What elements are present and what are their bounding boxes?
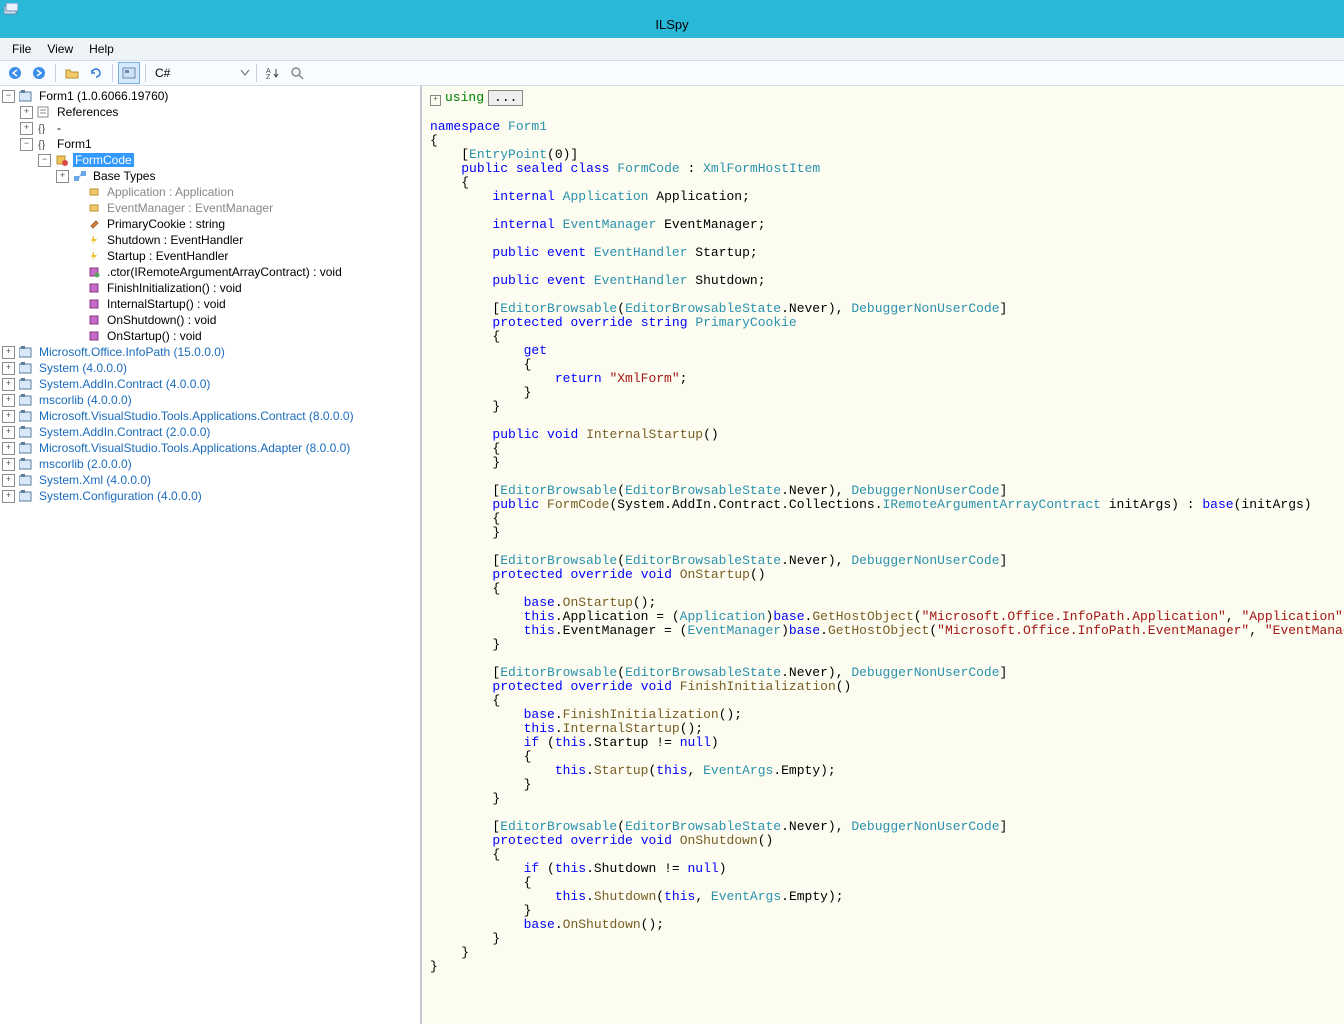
menubar: File View Help [0,38,1344,61]
assembly-icon [18,457,34,471]
namespace-icon: {} [36,137,52,151]
class-icon [54,153,70,167]
assembly-icon [18,473,34,487]
code-pane[interactable]: +using... namespace Form1 { [EntryPoint(… [422,86,1344,1024]
window-title: ILSpy [0,18,1344,38]
chevron-down-icon[interactable] [239,67,251,79]
expand-icon[interactable]: + [2,346,15,359]
expand-icon[interactable]: + [2,394,15,407]
tree-ctor[interactable]: .ctor(IRemoteArgumentArrayContract) : vo… [105,265,344,279]
tree-asm[interactable]: Microsoft.Office.InfoPath (15.0.0.0) [37,345,227,359]
tree-asm[interactable]: mscorlib (2.0.0.0) [37,457,134,471]
svg-text:{}: {} [38,123,46,134]
sep [256,64,257,82]
app-icon [4,3,18,15]
menu-file[interactable]: File [4,40,39,58]
assemblies-button[interactable] [118,62,140,84]
titlebar-icon-row [0,0,1344,18]
assembly-icon [18,489,34,503]
tree-evmgr[interactable]: EventManager : EventManager [105,201,275,215]
menu-help[interactable]: Help [81,40,122,58]
tree-finit[interactable]: FinishInitialization() : void [105,281,244,295]
expand-icon[interactable]: + [20,122,33,135]
tree-basetypes[interactable]: Base Types [91,169,157,183]
svg-text:Z: Z [266,74,271,80]
expand-icon[interactable]: + [20,106,33,119]
property-icon [86,217,102,231]
tree-asm[interactable]: Microsoft.VisualStudio.Tools.Application… [37,409,356,423]
expand-icon[interactable]: + [2,426,15,439]
tree-app[interactable]: Application : Application [105,185,236,199]
namespace-icon: {} [36,121,52,135]
expand-icon[interactable]: + [2,410,15,423]
tree-asm[interactable]: System.Xml (4.0.0.0) [37,473,153,487]
tree-asm[interactable]: System.AddIn.Contract (4.0.0.0) [37,377,212,391]
tree-formcode[interactable]: FormCode [73,153,134,167]
collapse-icon[interactable]: − [20,138,33,151]
tree-startup[interactable]: Startup : EventHandler [105,249,230,263]
assembly-icon [18,361,34,375]
sep [112,64,113,82]
expand-icon[interactable]: + [2,442,15,455]
tree-onstart[interactable]: OnStartup() : void [105,329,204,343]
expand-icon[interactable]: + [2,362,15,375]
tree-asm[interactable]: Microsoft.VisualStudio.Tools.Application… [37,441,352,455]
tree-istart[interactable]: InternalStartup() : void [105,297,228,311]
method-icon [86,297,102,311]
collapse-icon[interactable]: − [2,90,15,103]
expand-icon[interactable]: + [2,490,15,503]
back-button[interactable] [4,62,26,84]
tree-asm[interactable]: mscorlib (4.0.0.0) [37,393,134,407]
refresh-button[interactable] [85,62,107,84]
expand-icon[interactable]: + [2,458,15,471]
svg-text:{}: {} [38,139,46,150]
expand-icon[interactable]: + [2,378,15,391]
fold-icon[interactable]: + [430,95,441,106]
basetypes-icon [72,169,88,183]
tree-shutdown[interactable]: Shutdown : EventHandler [105,233,245,247]
assembly-icon [18,425,34,439]
assembly-icon [18,345,34,359]
assembly-tree[interactable]: − Form1 (1.0.6066.19760) + References + {}-… [0,86,422,1024]
collapsed-using[interactable]: ... [488,90,523,106]
search-button[interactable] [286,62,308,84]
collapse-icon[interactable]: − [38,154,51,167]
field-icon [86,201,102,215]
assembly-icon [18,441,34,455]
references-icon [36,105,52,119]
assembly-icon [18,377,34,391]
method-icon [86,265,102,279]
method-icon [86,313,102,327]
tree-asm[interactable]: System (4.0.0.0) [37,361,129,375]
forward-button[interactable] [28,62,50,84]
tree-pcookie[interactable]: PrimaryCookie : string [105,217,227,231]
menu-view[interactable]: View [39,40,81,58]
open-button[interactable] [61,62,83,84]
tree-onshut[interactable]: OnShutdown() : void [105,313,218,327]
assembly-icon [18,393,34,407]
tree-dash[interactable]: - [55,121,63,135]
method-icon [86,329,102,343]
sep [145,64,146,82]
language-selector[interactable] [151,63,237,83]
expand-icon[interactable]: + [56,170,69,183]
assembly-icon [18,89,34,103]
tree-refs[interactable]: References [55,105,120,119]
field-icon [86,185,102,199]
toolbar: AZ [0,61,1344,86]
tree-root[interactable]: Form1 (1.0.6066.19760) [37,89,170,103]
sort-button[interactable]: AZ [262,62,284,84]
tree-form1[interactable]: Form1 [55,137,94,151]
tree-asm[interactable]: System.Configuration (4.0.0.0) [37,489,204,503]
event-icon [86,249,102,263]
expand-icon[interactable]: + [2,474,15,487]
method-icon [86,281,102,295]
sep [55,64,56,82]
event-icon [86,233,102,247]
tree-asm[interactable]: System.AddIn.Contract (2.0.0.0) [37,425,212,439]
assembly-icon [18,409,34,423]
